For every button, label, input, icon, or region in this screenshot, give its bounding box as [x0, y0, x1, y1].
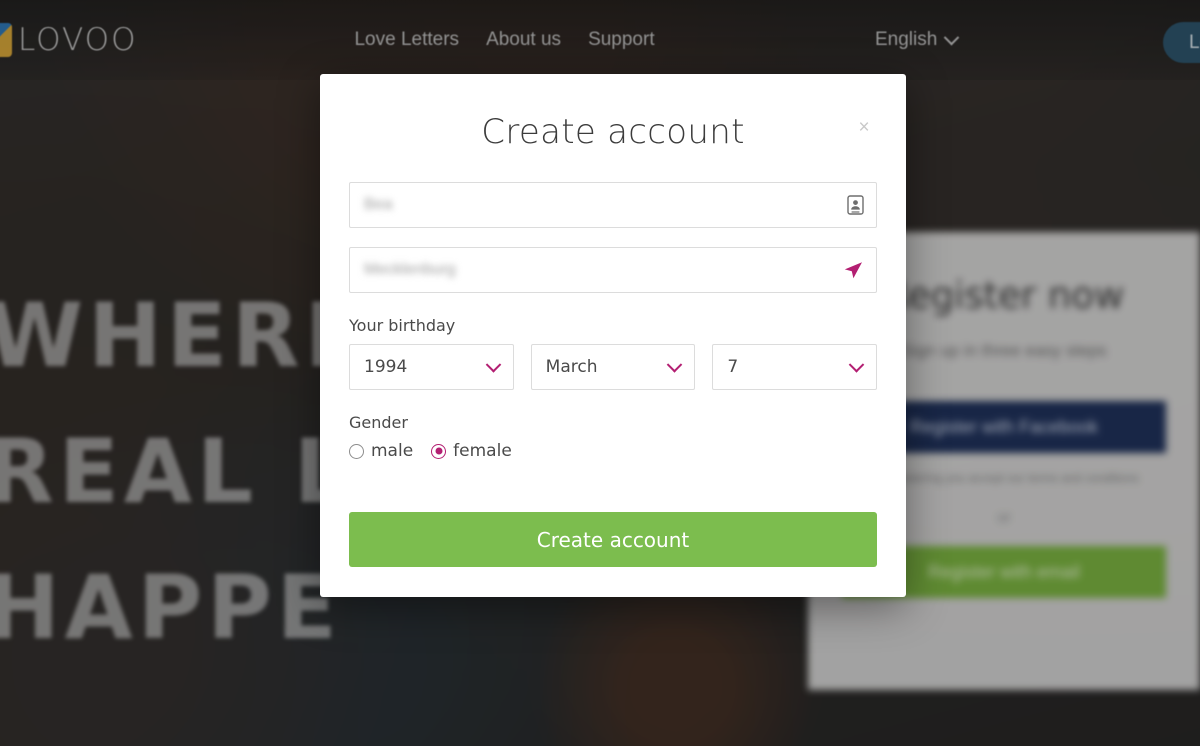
birthday-month-value: March: [545, 357, 598, 377]
radio-checked-icon: [431, 443, 447, 459]
birthday-day-select[interactable]: 7: [712, 344, 878, 390]
gender-option-female[interactable]: female: [431, 441, 512, 461]
birthday-year-select[interactable]: 1994: [349, 344, 514, 390]
gender-option-male-label: male: [371, 441, 414, 461]
birthday-label: Your birthday: [349, 316, 456, 335]
chevron-down-icon: [848, 357, 865, 373]
location-field[interactable]: Mecklenburg: [349, 247, 877, 293]
name-field-value: Bea: [364, 196, 393, 213]
create-account-modal: Create account × Bea Mecklenburg Your bi…: [320, 74, 906, 597]
chevron-down-icon: [667, 357, 683, 373]
gender-radio-group: male female: [349, 441, 877, 461]
birthday-month-select[interactable]: March: [530, 344, 696, 390]
close-icon[interactable]: ×: [853, 117, 875, 139]
gender-option-male[interactable]: male: [349, 441, 413, 461]
location-send-icon[interactable]: [842, 259, 864, 281]
page-root: WHERE REAL L HAPPE Register now Sign up …: [0, 0, 1200, 746]
birthday-year-value: 1994: [364, 357, 408, 377]
modal-title: Create account: [481, 112, 745, 152]
create-account-submit-button[interactable]: Create account: [349, 512, 877, 567]
name-field[interactable]: Bea: [349, 182, 877, 228]
contact-card-icon: [847, 195, 864, 215]
location-field-value: Mecklenburg: [364, 261, 456, 278]
birthday-selects-row: 1994 March 7: [349, 344, 878, 390]
gender-option-female-label: female: [453, 441, 512, 461]
birthday-day-value: 7: [727, 357, 739, 377]
radio-unchecked-icon: [349, 443, 364, 459]
chevron-down-icon: [485, 357, 501, 373]
gender-label: Gender: [349, 413, 408, 432]
